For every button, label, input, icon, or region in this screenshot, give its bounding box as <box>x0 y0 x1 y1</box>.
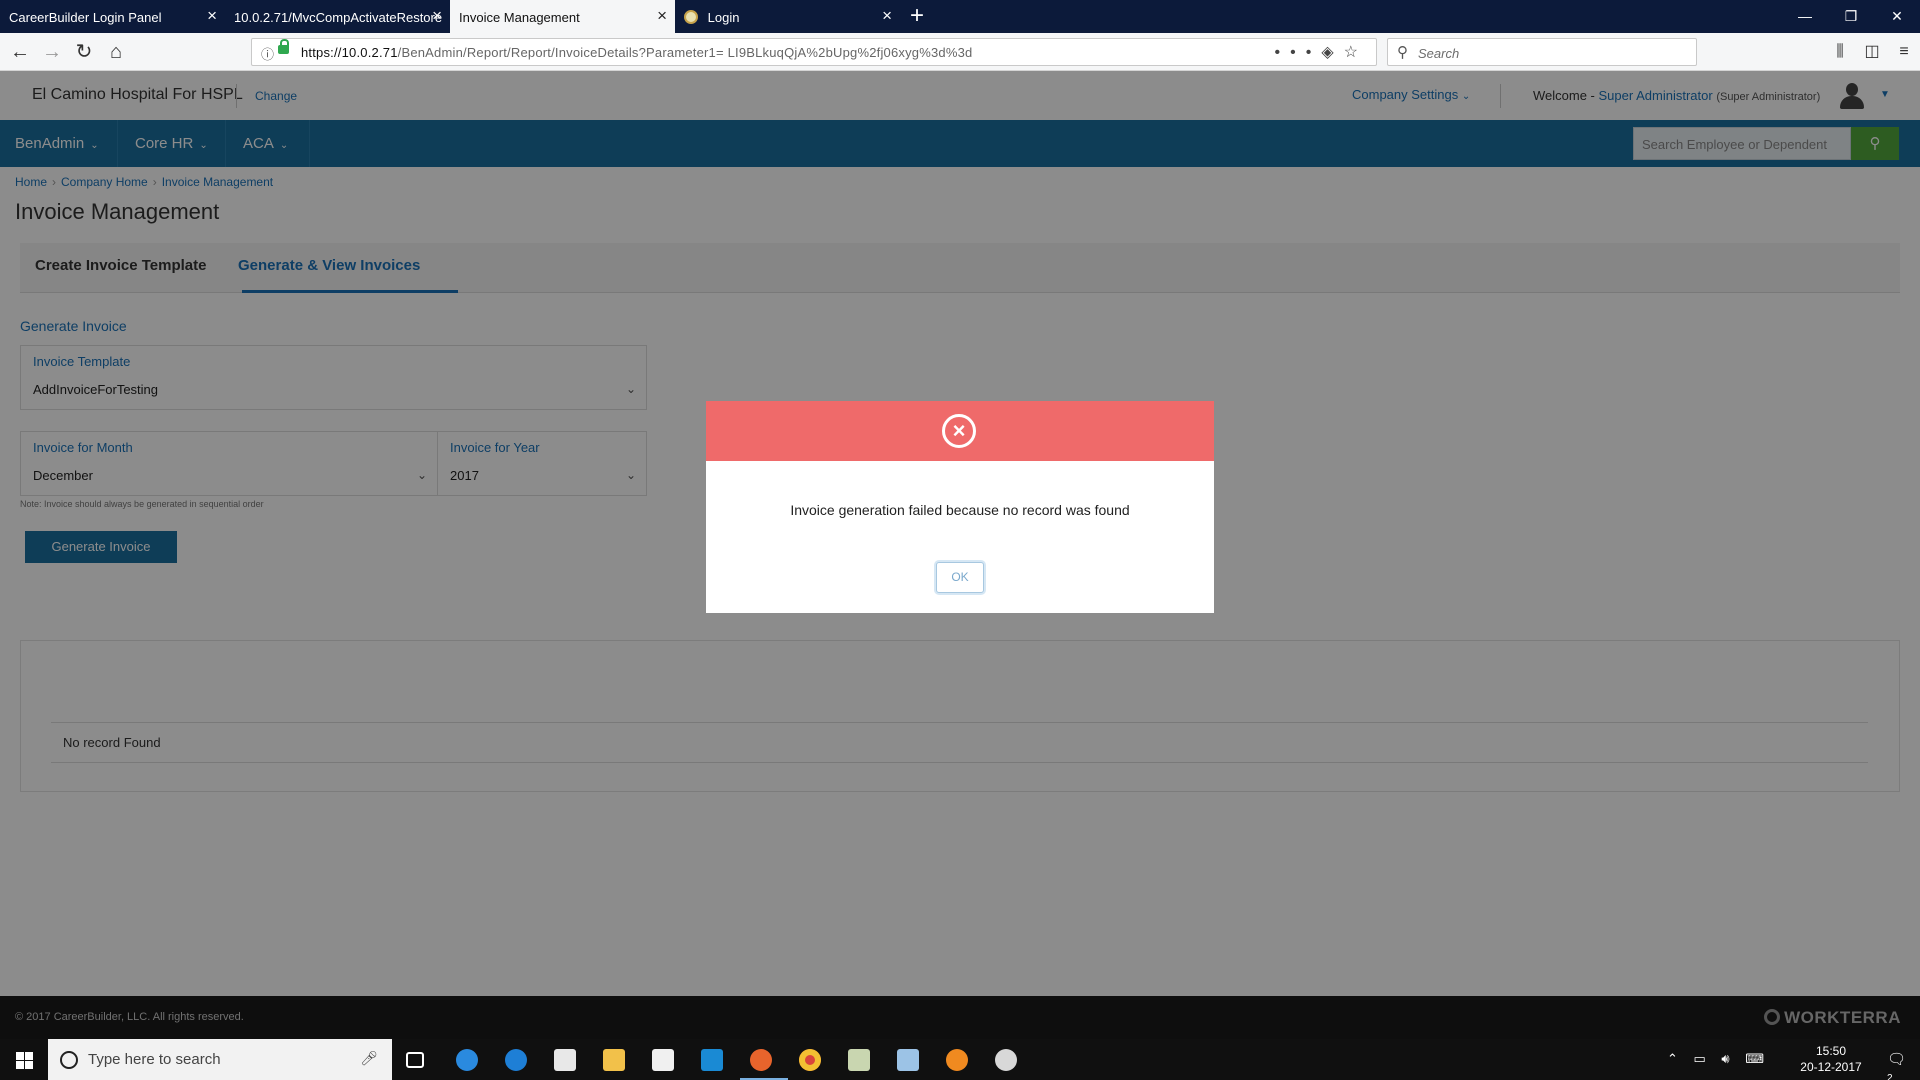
menu-icon[interactable]: ≡ <box>1888 38 1920 66</box>
reload-icon[interactable]: ↻ <box>70 38 98 66</box>
url-host: https://10.0.2.71 <box>301 45 398 60</box>
clock-date: 20-12-2017 <box>1800 1060 1862 1074</box>
close-tab-icon[interactable]: × <box>657 7 667 24</box>
task-view-icon[interactable] <box>396 1044 436 1075</box>
library-icon[interactable]: ⫼ <box>1824 38 1856 66</box>
notification-count: 2 <box>1886 1073 1893 1080</box>
browser-tab-active[interactable]: Invoice Management × <box>450 0 675 33</box>
chrome-icon[interactable] <box>789 1044 829 1075</box>
search-placeholder: Search <box>1418 46 1460 61</box>
file-explorer-icon[interactable] <box>593 1044 633 1075</box>
store-icon[interactable] <box>544 1044 584 1075</box>
back-icon[interactable]: ← <box>6 38 34 66</box>
ok-button[interactable]: OK <box>936 562 984 593</box>
minimize-icon[interactable]: — <box>1782 0 1828 33</box>
firefox-icon[interactable] <box>740 1044 788 1080</box>
home-icon[interactable]: ⌂ <box>102 38 130 66</box>
mail-icon[interactable] <box>642 1044 682 1075</box>
microphone-icon[interactable]: 🎤︎ <box>360 1050 378 1067</box>
taskbar-search-input[interactable]: Type here to search 🎤︎ <box>48 1039 392 1080</box>
forward-icon[interactable]: → <box>38 38 66 66</box>
pocket-icon[interactable]: ◈ <box>1321 44 1343 61</box>
browser-tab[interactable]: Login × <box>675 0 900 33</box>
close-tab-icon[interactable]: × <box>882 7 892 24</box>
error-dialog-header: × <box>706 401 1214 461</box>
bookmark-star-icon[interactable]: ☆ <box>1344 44 1368 61</box>
notifications-icon[interactable]: 🗨︎2 <box>1887 1050 1906 1080</box>
close-window-icon[interactable]: ✕ <box>1874 0 1920 33</box>
error-message: Invoice generation failed because no rec… <box>790 502 1130 518</box>
search-icon: ⚲ <box>1397 44 1408 61</box>
info-icon[interactable]: ⓘ <box>261 44 274 63</box>
browser-toolbar: ← → ↻ ⌂ ⓘ https://10.0.2.71/BenAdmin/Rep… <box>0 33 1920 71</box>
url-bar[interactable]: ⓘ https://10.0.2.71/BenAdmin/Report/Repo… <box>251 38 1377 66</box>
windows-taskbar: Type here to search 🎤︎ ⌃ ▭ 🔊︎ ⌨ 15:50 20-… <box>0 1039 1920 1080</box>
browser-search-input[interactable]: ⚲ Search <box>1387 38 1697 66</box>
sidebar-icon[interactable]: ◫ <box>1856 38 1888 66</box>
error-x-icon: × <box>942 414 976 448</box>
tab-title: Login <box>707 10 740 25</box>
browser-tab[interactable]: CareerBuilder Login Panel × <box>0 0 225 33</box>
lock-icon <box>278 39 289 54</box>
windows-start-icon[interactable] <box>0 1039 48 1080</box>
app-icon[interactable] <box>936 1044 976 1075</box>
tab-title: Invoice Management <box>459 10 580 25</box>
clock[interactable]: 15:50 20-12-2017 <box>1796 1043 1866 1075</box>
favicon-icon <box>684 10 698 24</box>
error-dialog: × Invoice generation failed because no r… <box>706 401 1214 613</box>
url-path: /BenAdmin/Report/Report/InvoiceDetails?P… <box>397 45 973 60</box>
cortana-icon <box>60 1051 78 1069</box>
zoom-app-icon[interactable] <box>691 1044 731 1075</box>
app-icon[interactable] <box>838 1044 878 1075</box>
more-icon[interactable]: ••• <box>1275 44 1322 61</box>
tab-title: CareerBuilder Login Panel <box>9 10 162 25</box>
browser-tab-bar: CareerBuilder Login Panel × 10.0.2.71/Mv… <box>0 0 1920 33</box>
notepad-icon[interactable] <box>887 1044 927 1075</box>
paint-icon[interactable] <box>985 1044 1025 1075</box>
url-actions: •••◈☆ <box>1275 42 1368 62</box>
tab-title: 10.0.2.71/MvcCompActivateRestore <box>234 10 443 25</box>
network-app-icon[interactable] <box>446 1044 486 1075</box>
close-tab-icon[interactable]: × <box>432 7 442 24</box>
clock-time: 15:50 <box>1815 1044 1847 1058</box>
window-controls: — ❐ ✕ <box>1782 0 1920 33</box>
tray-icons[interactable]: ⌃ ▭ 🔊︎ ⌨ <box>1667 1051 1770 1067</box>
close-tab-icon[interactable]: × <box>207 7 217 24</box>
toolbar-right: ⫼ ◫ ≡ <box>1824 38 1920 66</box>
edge-icon[interactable] <box>495 1044 535 1075</box>
url-text[interactable]: https://10.0.2.71/BenAdmin/Report/Report… <box>301 45 972 60</box>
restore-icon[interactable]: ❐ <box>1828 0 1874 33</box>
new-tab-icon[interactable]: + <box>900 0 934 33</box>
browser-tab[interactable]: 10.0.2.71/MvcCompActivateRestore × <box>225 0 450 33</box>
taskbar-search-placeholder: Type here to search <box>88 1051 221 1068</box>
